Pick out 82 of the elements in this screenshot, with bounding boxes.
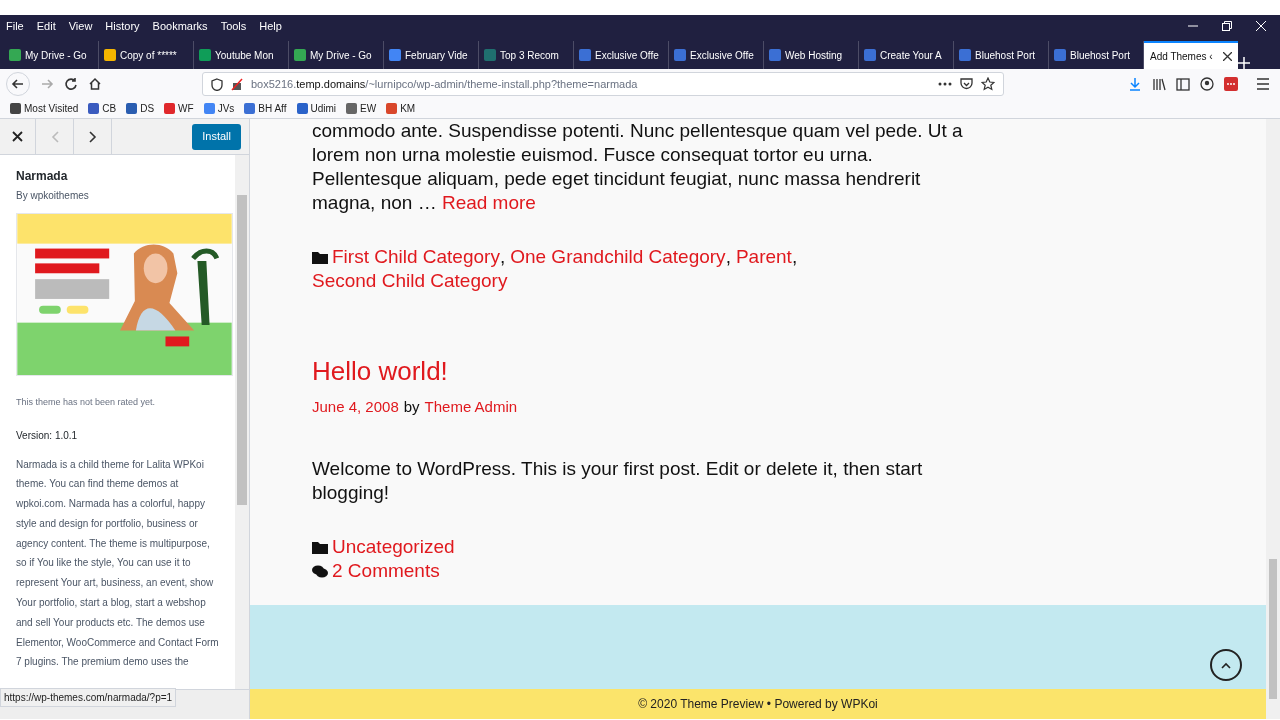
post-title[interactable]: Hello world! <box>312 355 966 387</box>
more-icon[interactable] <box>938 82 952 86</box>
bookmark[interactable]: WF <box>164 101 194 116</box>
comma-separator: , <box>725 245 731 269</box>
extension-icon[interactable] <box>1224 77 1238 91</box>
tab-label: Exclusive Offe <box>690 48 755 63</box>
tab-label: Copy of ***** <box>120 48 178 63</box>
bookmark[interactable]: KM <box>386 101 416 116</box>
library-icon[interactable] <box>1152 77 1166 91</box>
post-date-link[interactable]: June 4, 2008 <box>312 395 399 419</box>
tab-label: My Drive - Go <box>25 48 88 63</box>
status-url: https://wp-themes.com/narmada/?p=1 <box>0 688 177 707</box>
post-body: Welcome to WordPress. This is your first post. Edit or delete it, then start blogging! <box>312 457 924 505</box>
comma-separator: , <box>499 245 506 269</box>
menu-item[interactable]: Tools <box>220 17 247 35</box>
comments-icon <box>312 564 328 578</box>
bookmark[interactable]: EW <box>346 101 377 116</box>
category-link[interactable]: One Grandchild Category <box>510 245 726 269</box>
star-icon[interactable] <box>981 77 995 91</box>
account-icon[interactable] <box>1200 77 1214 91</box>
chevron-left-icon <box>50 130 59 143</box>
pocket-icon[interactable] <box>960 78 973 90</box>
bookmark[interactable]: CB <box>88 101 117 116</box>
category-link[interactable]: Second Child Category <box>312 269 508 293</box>
bookmark[interactable]: BH Aff <box>244 101 287 116</box>
folder-icon <box>312 250 328 264</box>
read-more-link[interactable]: Read more <box>441 192 536 213</box>
browser-tab[interactable]: Add Themes ‹ <box>1144 41 1238 69</box>
reload-icon[interactable] <box>64 77 78 91</box>
folder-icon <box>312 540 328 554</box>
bookmark[interactable]: DS <box>126 101 155 116</box>
menu-item[interactable]: Bookmarks <box>152 17 208 35</box>
theme-author: By wpkoithemes <box>16 189 90 203</box>
install-button[interactable]: Install <box>192 123 241 150</box>
menu-item[interactable]: File <box>6 17 24 35</box>
tab-label: Add Themes ‹ <box>1150 49 1214 64</box>
bookmark[interactable]: Udimi <box>296 101 337 116</box>
close-icon[interactable] <box>1223 51 1232 61</box>
tab-label: Youtube Mon <box>215 48 275 63</box>
rating-text: This theme has not been rated yet. <box>16 396 157 409</box>
tab-label: Web Hosting <box>785 48 844 63</box>
tab-label: Top 3 Recom <box>500 48 560 63</box>
footer-text: © 2020 Theme Preview • Powered by WPKoi <box>638 696 878 713</box>
new-tab-icon[interactable] <box>1238 57 1250 69</box>
menu-item[interactable]: View <box>68 17 93 35</box>
tab-label: Create Your A <box>880 48 943 63</box>
tab-label: Bluehost Port <box>1070 48 1132 63</box>
back-icon <box>11 77 25 91</box>
menu-item[interactable]: Edit <box>36 17 56 35</box>
tab-label: My Drive - Go <box>310 48 373 63</box>
theme-description: Narmada is a child theme for Lalita WPKoi theme. You can find theme demos at wpkoi.com. Narmada has a colorful, happy style and design for portfolio, business or agency content. The theme is multipurpose, so if You like the style, You can use it to represent Your art, business, an event, show Your portfolio, start a blog, start a webshop and sell Your products etc. The demos use Elementor, WooCommerce and Contact Form 7 plugins. The premium demo uses the <box>16 457 220 670</box>
author-link[interactable]: Theme Admin <box>424 395 518 419</box>
category-link[interactable]: Parent <box>735 245 792 269</box>
category-link[interactable]: First Child Category <box>332 245 500 269</box>
category-link[interactable]: Uncategorized <box>332 535 455 559</box>
theme-name: Narmada <box>16 168 69 185</box>
home-icon[interactable] <box>88 77 102 91</box>
download-icon[interactable] <box>1128 77 1142 91</box>
tab-label: Bluehost Port <box>975 48 1037 63</box>
chevron-up-icon <box>1221 661 1231 669</box>
tab-label: February Vide <box>405 48 469 63</box>
comma-separator: , <box>791 245 798 269</box>
menu-item[interactable]: Help <box>259 17 282 35</box>
version-text: Version: 1.0.1 <box>16 428 79 443</box>
sidebar-icon[interactable] <box>1176 77 1190 91</box>
url-text: box5216.temp.domains/~lurnipco/wp-admin/theme-install.php?theme=narmada <box>251 76 638 92</box>
shield-icon <box>211 77 223 91</box>
menu-icon[interactable] <box>1256 78 1270 90</box>
tab-label: Exclusive Offe <box>595 48 660 63</box>
comments-link[interactable]: 2 Comments <box>332 559 440 583</box>
post-excerpt: commodo ante. Suspendisse potenti. Nunc pellentesque quam vel pede. Ut a lorem non urna molestie euismod. Fusce consequat tortor eu urna. Pellentesque aliquam, pede eget tincidunt feugiat, nunc massa hendrerit magna, non … Read more <box>312 119 964 215</box>
scroll-to-top-button[interactable] <box>1210 649 1242 681</box>
address-bar[interactable]: box5216.temp.domains/~lurnipco/wp-admin/theme-install.php?theme=narmada <box>202 72 1004 96</box>
bookmark[interactable]: JVs <box>203 101 235 116</box>
scrollbar[interactable] <box>1266 119 1280 719</box>
menu-item[interactable]: History <box>105 17 140 35</box>
byline-text: by <box>403 397 420 417</box>
close-icon <box>12 131 23 142</box>
restore-icon[interactable] <box>1222 21 1232 31</box>
lock-warning-icon <box>231 77 243 91</box>
bookmark[interactable]: Most Visited <box>10 101 79 116</box>
chevron-right-icon <box>88 130 97 143</box>
